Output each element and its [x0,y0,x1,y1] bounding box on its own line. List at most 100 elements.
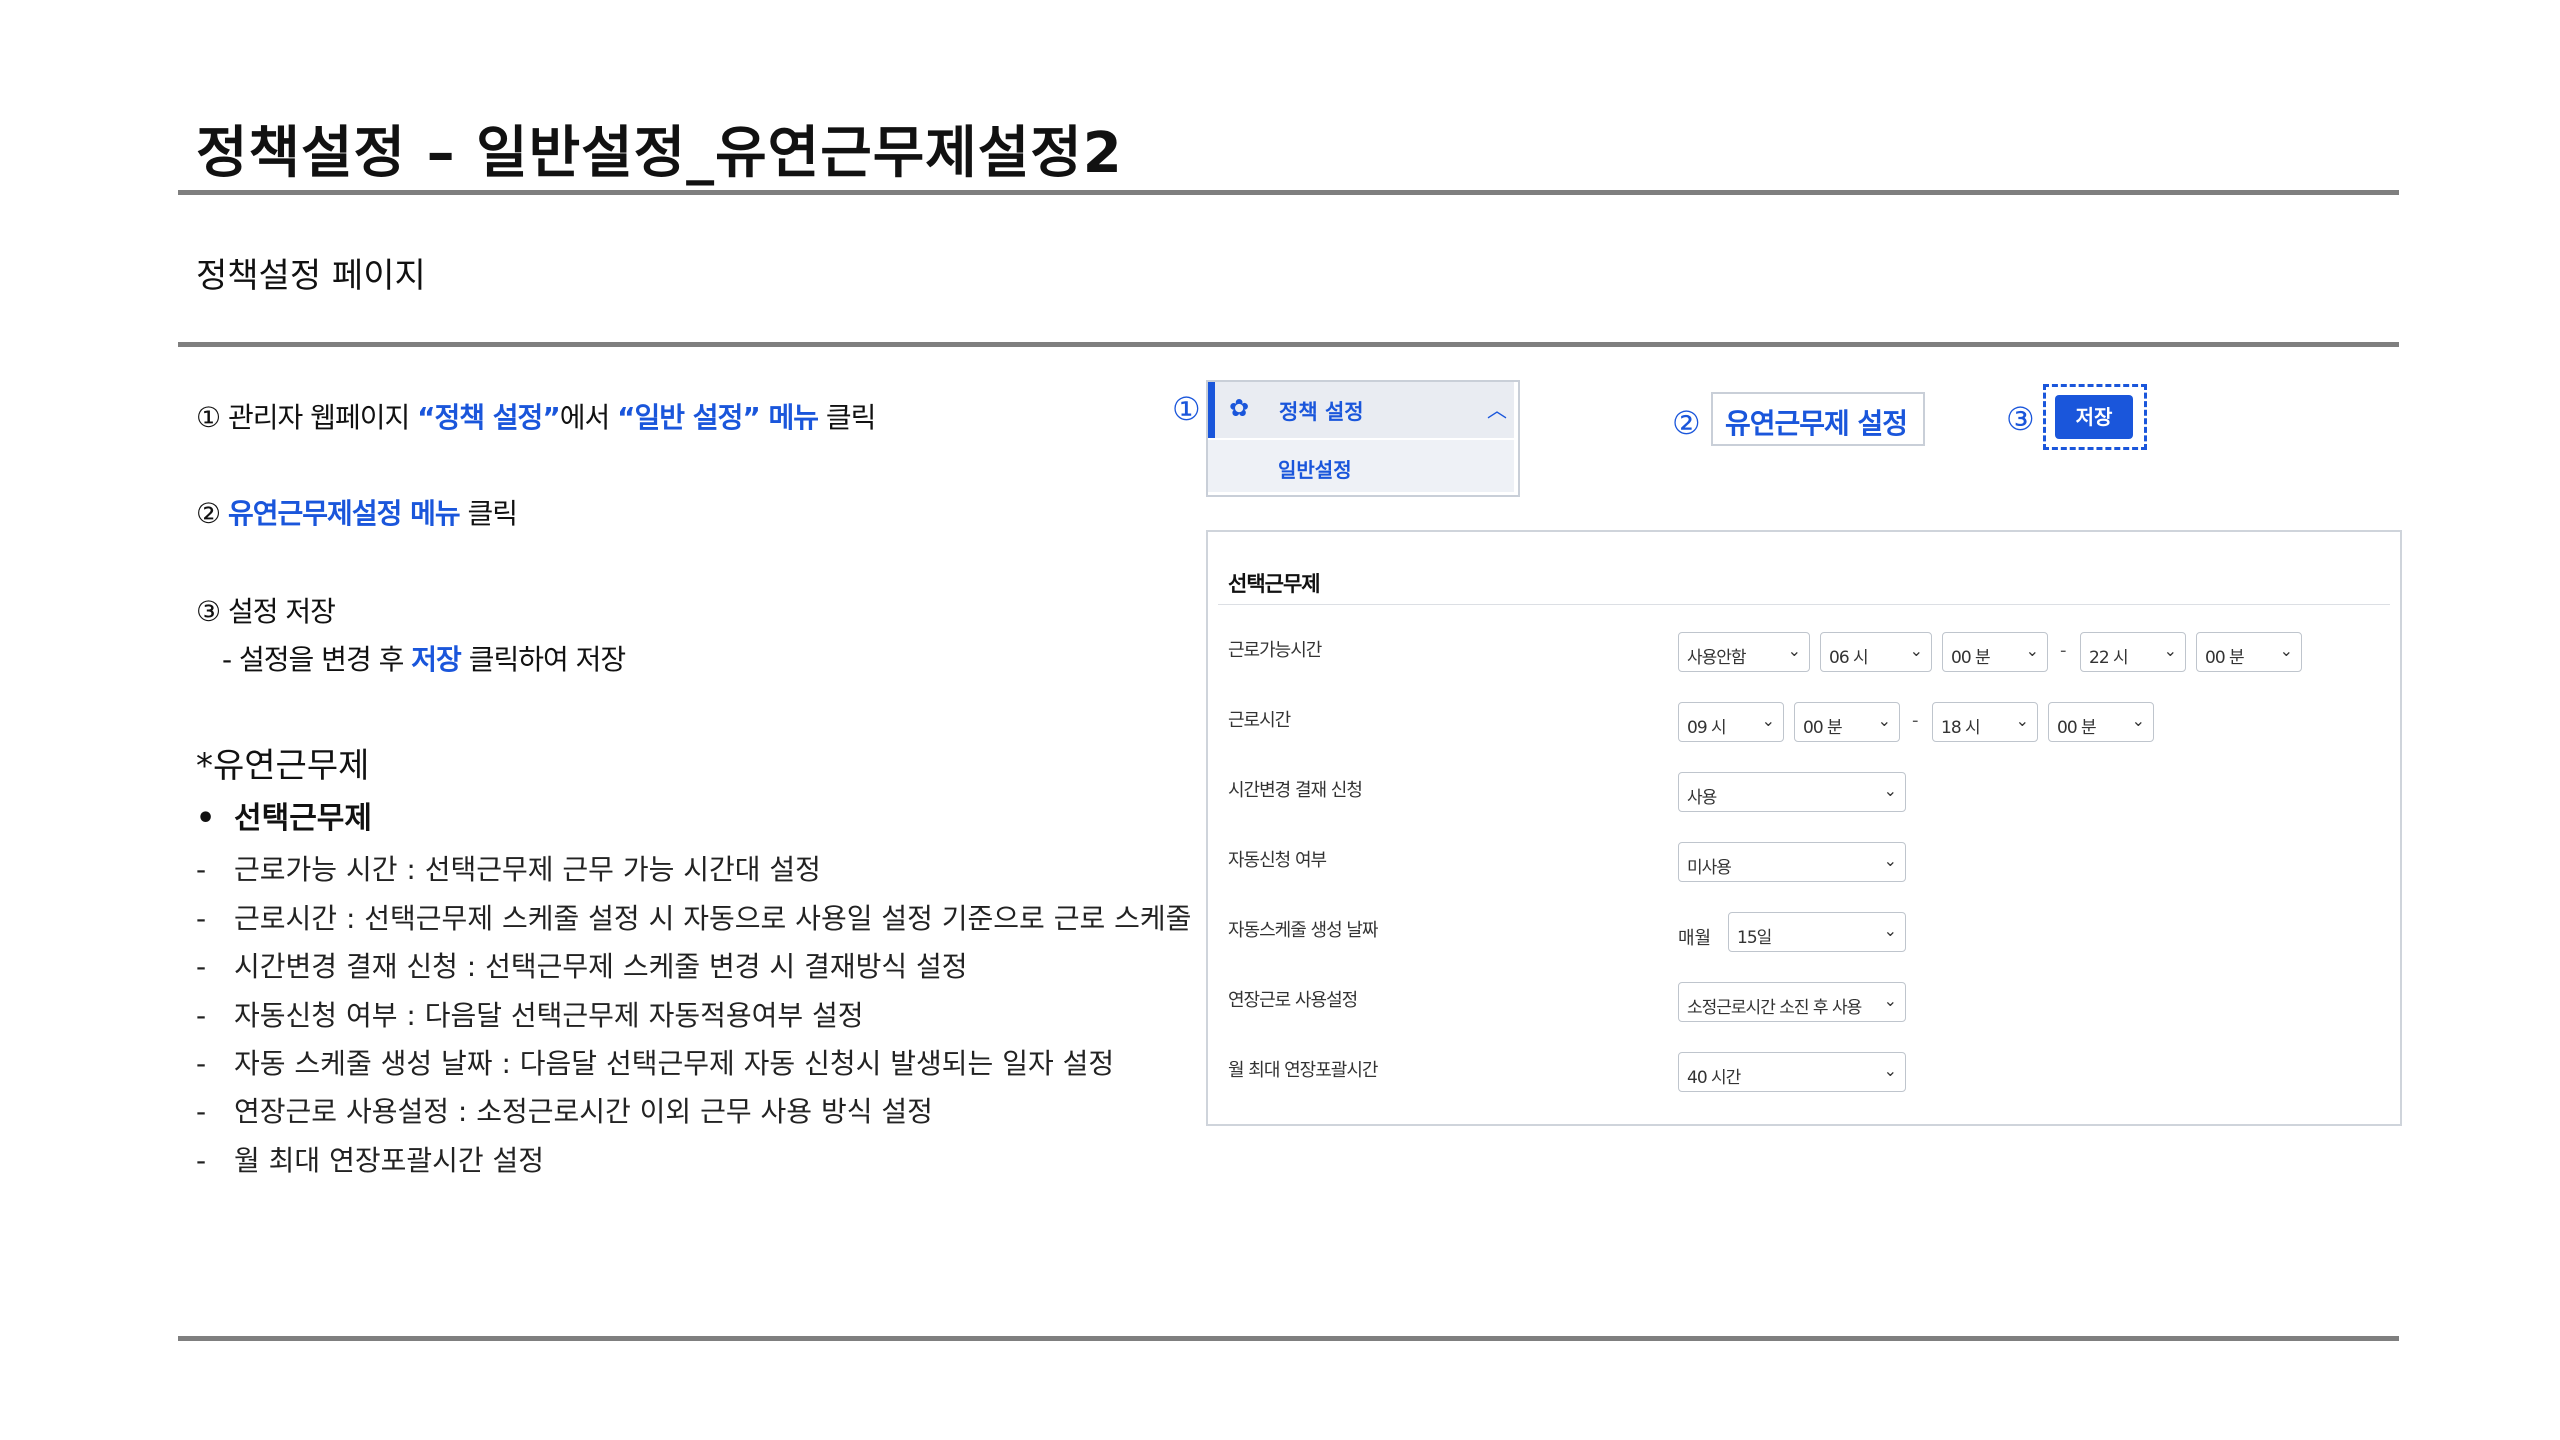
list-item-text: 근로가능 시간 : 선택근무제 근무 가능 시간대 설정 [234,853,821,886]
time-change-approval-select[interactable]: 사용 ⌄ [1678,772,1906,812]
bullet-label: 선택근무제 [234,801,372,836]
tab-flex-work-settings[interactable]: 유연근무제 설정 [1711,392,1925,446]
select-value: 18 시 [1941,718,1981,738]
step-3-detail-suffix: 클릭하여 저장 [460,643,626,676]
list-item-text: 월 최대 연장포괄시간 설정 [234,1144,545,1177]
step-3-detail-highlight: 저장 [411,643,462,676]
chevron-down-icon: ⌄ [1883,921,1897,940]
chevron-down-icon: ⌄ [2279,641,2293,660]
step-2-highlight: 유연근무제설정 메뉴 [228,497,461,530]
select-value: 22 시 [2089,648,2129,668]
save-button-highlight: 저장 [2043,384,2147,450]
row-label-work-time: 근로시간 [1228,710,1291,731]
chevron-down-icon: ⌄ [1909,641,1923,660]
bullet-mark: • [196,801,216,836]
callout-2: ② [1672,404,1701,442]
row-label-work-available-time: 근로가능시간 [1228,640,1322,661]
menu-general-settings[interactable]: 일반설정 [1208,440,1514,492]
section-title: *유연근무제 [196,746,370,786]
step-2-prefix: ② [196,497,229,530]
callout-3: ③ [2006,400,2035,438]
step-3: ③ 설정 저장 [196,595,336,628]
dash-mark: - [196,902,207,935]
select-value: 00 분 [2205,648,2245,668]
list-item: - 근로시간 : 선택근무제 스케줄 설정 시 자동으로 사용일 설정 기준으로 … [196,897,1191,937]
work-end-hour-select[interactable]: 18 시 ⌄ [1932,702,2038,742]
dash-mark: - [196,1095,207,1128]
panel-divider [1218,604,2390,605]
selective-work-panel: 선택근무제 근로가능시간 근로시간 시간변경 결재 신청 자동신청 여부 자동스… [1206,530,2402,1126]
title-underline [178,190,2399,195]
chevron-down-icon: ⌄ [1883,991,1897,1010]
auto-apply-select[interactable]: 미사용 ⌄ [1678,842,1906,882]
select-value: 00 분 [1951,648,1991,668]
menu-policy-settings-label: 정책 설정 [1279,400,1364,424]
auto-schedule-date-select[interactable]: 15일 ⌄ [1728,912,1906,952]
chevron-down-icon: ⌄ [1761,711,1775,730]
page-subtitle: 정책설정 페이지 [196,256,426,296]
dash-mark: - [196,1047,207,1080]
end-minute-select[interactable]: 00 분 ⌄ [2196,632,2302,672]
sidebar-menu-snippet: ✿ 정책 설정 ︿ 일반설정 [1206,380,1520,497]
start-hour-select[interactable]: 06 시 ⌄ [1820,632,1932,672]
list-item: - 자동신청 여부 : 다음달 선택근무제 자동적용여부 설정 [196,994,864,1034]
start-minute-select[interactable]: 00 분 ⌄ [1942,632,2048,672]
step-3-detail-prefix: - 설정을 변경 후 [222,643,412,676]
footer-rule [178,1336,2399,1341]
step-1: ① 관리자 웹페이지 “정책 설정”에서 “일반 설정” 메뉴 클릭 [196,396,877,436]
chevron-down-icon: ⌄ [2163,641,2177,660]
range-separator: - [1912,710,1919,731]
list-item: - 근로가능 시간 : 선택근무제 근무 가능 시간대 설정 [196,848,821,888]
list-item-text: 연장근로 사용설정 : 소정근로시간 이외 근무 사용 방식 설정 [234,1095,933,1128]
select-value: 00 분 [1803,718,1843,738]
row-label-overtime-setting: 연장근로 사용설정 [1228,990,1358,1011]
save-button[interactable]: 저장 [2055,395,2133,439]
list-item-text: 근로시간 : 선택근무제 스케줄 설정 시 자동으로 사용일 설정 기준으로 근… [234,902,1192,935]
chevron-down-icon: ⌄ [2131,711,2145,730]
use-select[interactable]: 사용안함 ⌄ [1678,632,1810,672]
select-value: 사용안함 [1687,648,1747,668]
dash-mark: - [196,1144,207,1177]
gear-icon: ✿ [1229,394,1250,422]
chevron-down-icon: ⌄ [1883,781,1897,800]
work-end-minute-select[interactable]: 00 분 ⌄ [2048,702,2154,742]
step-1-suffix: 클릭 [818,401,877,434]
menu-general-settings-label: 일반설정 [1278,458,1352,482]
work-start-minute-select[interactable]: 00 분 ⌄ [1794,702,1900,742]
step-2: ② 유연근무제설정 메뉴 클릭 [196,492,519,532]
chevron-down-icon: ⌄ [2025,641,2039,660]
chevron-down-icon: ⌄ [1883,851,1897,870]
dash-mark: - [196,853,207,886]
step-1-highlight-2: “일반 설정” 메뉴 [617,401,819,434]
row-label-auto-apply: 자동신청 여부 [1228,850,1327,871]
end-hour-select[interactable]: 22 시 ⌄ [2080,632,2186,672]
select-value: 미사용 [1687,858,1732,878]
row-label-time-change-approval: 시간변경 결재 신청 [1228,780,1363,801]
chevron-up-icon: ︿ [1487,398,1507,422]
dash-mark: - [196,999,207,1032]
step-2-suffix: 클릭 [459,497,519,530]
row-label-auto-schedule-date: 자동스케줄 생성 날짜 [1228,920,1378,941]
list-item: - 연장근로 사용설정 : 소정근로시간 이외 근무 사용 방식 설정 [196,1090,933,1130]
work-start-hour-select[interactable]: 09 시 ⌄ [1678,702,1784,742]
select-value: 09 시 [1687,718,1727,738]
step-1-highlight-1: “정책 설정” [417,401,561,434]
tab-flex-work-settings-label: 유연근무제 설정 [1725,407,1908,440]
step-3-detail: - 설정을 변경 후 저장 클릭하여 저장 [222,638,626,678]
select-value: 40 시간 [1687,1068,1741,1088]
list-item-text: 자동 스케줄 생성 날짜 : 다음달 선택근무제 자동 신청시 발생되는 일자 … [234,1047,1115,1080]
overtime-setting-select[interactable]: 소정근로시간 소진 후 사용 ⌄ [1678,982,1906,1022]
chevron-down-icon: ⌄ [1883,1061,1897,1080]
bullet-item: • 선택근무제 [196,793,372,837]
dash-mark: - [196,950,207,983]
list-item: -월 최대 연장포괄시간 설정 [196,1139,544,1179]
list-item: - 시간변경 결재 신청 : 선택근무제 스케줄 변경 시 결재방식 설정 [196,945,968,985]
list-item: - 자동 스케줄 생성 날짜 : 다음달 선택근무제 자동 신청시 발생되는 일자… [196,1042,1114,1082]
list-item-text: 시간변경 결재 신청 : 선택근무제 스케줄 변경 시 결재방식 설정 [234,950,968,983]
monthly-max-overtime-select[interactable]: 40 시간 ⌄ [1678,1052,1906,1092]
subtitle-underline [178,342,2399,347]
step-1-mid: 에서 [559,401,618,434]
select-value: 소정근로시간 소진 후 사용 [1687,998,1862,1018]
chevron-down-icon: ⌄ [2015,711,2029,730]
menu-policy-settings[interactable]: ✿ 정책 설정 ︿ [1208,382,1514,438]
